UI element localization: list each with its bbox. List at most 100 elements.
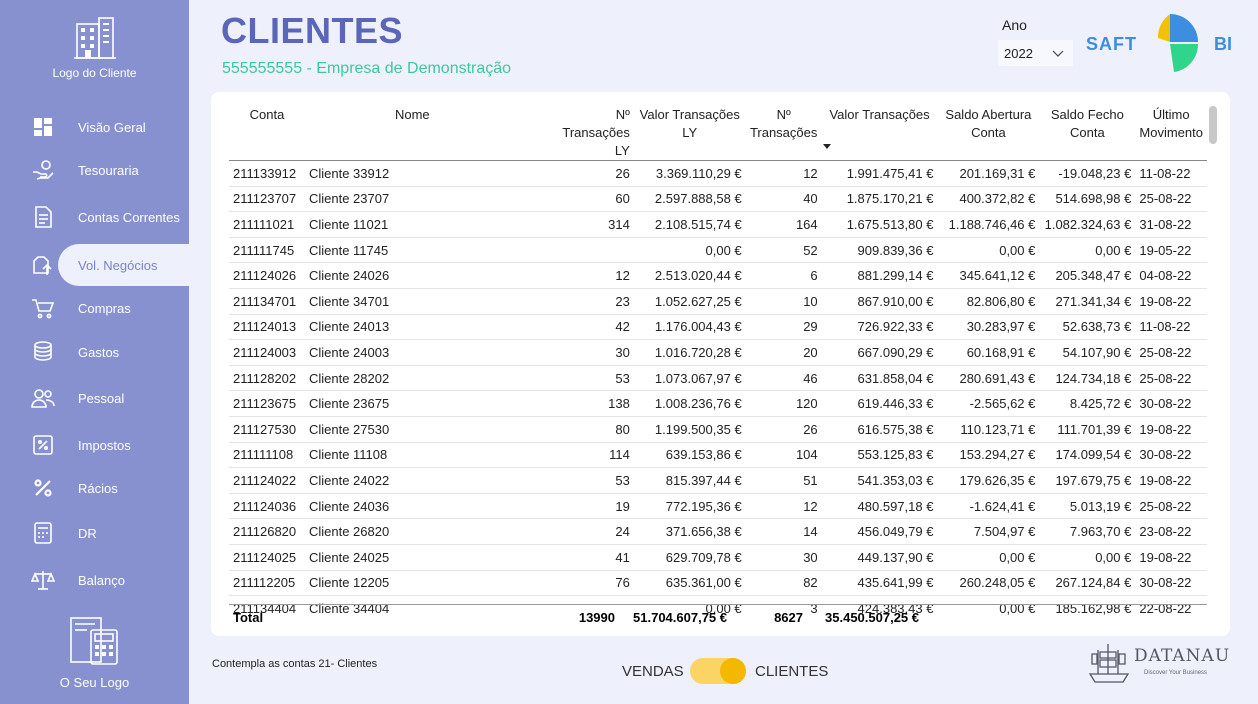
ship-icon [1088,644,1130,683]
table-cell: 1.016.720,28 € [633,339,746,366]
table-row[interactable]: 211127530 Cliente 27530 80 1.199.500,35 €26… [229,416,1207,443]
table-cell: 726.922,33 € [821,314,938,341]
table-cell: 120 [745,390,822,417]
table-cell: 0,00 € [937,237,1040,264]
sidebar-item-impostos[interactable]: Impostos [0,424,189,466]
table-cell: 26 [540,160,634,187]
sidebar-item-vol-negocios[interactable]: Vol. Negócios [0,244,189,286]
table-row[interactable]: 211126820 Cliente 26820 24 371.656,38 €14 45… [229,518,1207,545]
chevron-down-icon [1052,50,1064,57]
table-row[interactable]: 211134701 Cliente 34701 23 1.052.627,25 €10… [229,288,1207,315]
sidebar-item-dr[interactable]: DR [0,512,189,554]
table-cell: 114 [540,442,634,469]
sidebar-item-label: Gastos [78,344,120,360]
sidebar-item-visao-geral[interactable]: Visão Geral [0,106,189,148]
sidebar-item-racios[interactable]: Rácios [0,467,189,509]
column-header-nome[interactable]: Nome [304,106,540,161]
table-row[interactable]: 211112205 Cliente 12205 76 635.361,00 €82 43… [229,570,1207,597]
sidebar-item-gastos[interactable]: Gastos [0,331,189,373]
table-row[interactable]: 211111021 Cliente 11021 314 2.108.515,74 €1… [229,211,1207,238]
table-row[interactable]: 211124036 Cliente 24036 19 772.195,36 €12 48… [229,493,1207,520]
table-cell: 14 [745,518,822,545]
table-row[interactable]: 211124022 Cliente 24022 53 815.397,44 €51 54… [229,467,1207,494]
table-row[interactable]: 211124025 Cliente 24025 41 629.709,78 €30 44… [229,544,1207,571]
table-cell: 2.513.020,44 € [633,262,746,289]
table-cell: 25-08-22 [1135,339,1207,366]
table-cell: 23-08-22 [1135,518,1207,545]
total-label: Total [233,610,264,625]
table-row[interactable]: 211111745 Cliente 11745 0,00 €52 909.839,36… [229,237,1207,264]
table-cell: 7.504,97 € [937,518,1040,545]
column-header-n-transacoes[interactable]: Nº Transações [745,106,822,161]
table-scrollbar[interactable] [1209,106,1217,144]
table-row[interactable]: 211124013 Cliente 24013 42 1.176.004,43 €29… [229,314,1207,341]
table-row[interactable]: 211133912 Cliente 33912 26 3.369.110,29 €12… [229,160,1207,187]
table-cell: 867.910,00 € [821,288,938,315]
client-logo-label: Logo do Cliente [52,66,137,80]
year-dropdown[interactable]: 2022 [998,40,1073,66]
table-cell: 46 [745,365,822,392]
vendas-clientes-toggle[interactable] [690,658,746,684]
column-header-valor-transacoes[interactable]: Valor Transações [821,106,938,161]
sidebar-item-tesouraria[interactable]: Tesouraria [0,149,189,191]
table-cell: 1.675.513,80 € [821,211,938,238]
sort-descending-icon [822,144,831,149]
scale-icon [31,571,55,590]
table-cell: 25-08-22 [1135,186,1207,213]
table-cell: 1.073.067,97 € [633,365,746,392]
sidebar-item-pessoal[interactable]: Pessoal [0,377,189,419]
table-cell: 82 [745,570,822,597]
table-cell: Cliente 24003 [304,339,540,366]
table-cell: 11-08-22 [1135,160,1207,187]
accounts-note: Contempla as contas 21- Clientes [212,658,378,670]
table-cell: -2.565,62 € [937,390,1040,417]
total-n-transacoes: 8627 [774,610,803,625]
column-header-saldo-abertura[interactable]: Saldo Abertura Conta [937,106,1040,161]
table-cell: 111.701,39 € [1039,416,1136,443]
table-cell: 449.137,90 € [821,544,938,571]
table-cell: 881.299,14 € [821,262,938,289]
table-cell: 211128202 [229,365,305,392]
table-cell: 53 [540,467,634,494]
table-cell: 19-05-22 [1135,237,1207,264]
table-cell: 30-08-22 [1135,442,1207,469]
table-cell: 211123707 [229,186,305,213]
sidebar-item-compras[interactable]: Compras [0,287,189,329]
table-cell: 815.397,44 € [633,467,746,494]
table-row[interactable]: 211123675 Cliente 23675 138 1.008.236,76 €1… [229,390,1207,417]
hand-coin-icon [33,160,54,180]
table-cell: Cliente 23675 [304,390,540,417]
tax-percent-icon [33,435,53,455]
table-cell: 456.049,79 € [821,518,938,545]
column-header-conta[interactable]: Conta [229,106,305,161]
table-row[interactable]: 211128202 Cliente 28202 53 1.073.067,97 €46… [229,365,1207,392]
table-cell: Cliente 24025 [304,544,540,571]
table-cell: Cliente 11745 [304,237,540,264]
column-header-ultimo-movimento[interactable]: Último Movimento [1135,106,1207,161]
column-header-valor-transacoes-ly[interactable]: Valor Transações LY [633,106,746,161]
table-cell: 153.294,27 € [937,442,1040,469]
table-cell: 6 [745,262,822,289]
column-header-saldo-fecho[interactable]: Saldo Fecho Conta [1039,106,1136,161]
total-valor-transacoes-ly: 51.704.607,75 € [633,610,727,625]
document-icon [35,206,52,228]
table-row[interactable]: 211111108 Cliente 11108 114 639.153,86 €104… [229,442,1207,469]
column-header-n-transacoes-ly[interactable]: Nº Transações LY [540,106,634,161]
table-cell: 211126820 [229,518,305,545]
table-cell: 20 [745,339,822,366]
sidebar-item-contas-correntes[interactable]: Contas Correntes [0,196,189,238]
percent-icon [34,479,52,497]
sidebar-item-balanco[interactable]: Balanço [0,559,189,601]
table-row[interactable]: 211123707 Cliente 23707 60 2.597.888,58 €40… [229,186,1207,213]
table-cell: 30-08-22 [1135,390,1207,417]
table-cell: 30.283,97 € [937,314,1040,341]
column-header-label: Nº Transações [749,107,818,140]
table-cell: 54.107,90 € [1039,339,1136,366]
table-row[interactable]: 211124003 Cliente 24003 30 1.016.720,28 €20… [229,339,1207,366]
client-logo: Logo do Cliente [0,14,189,80]
table-cell: 909.839,36 € [821,237,938,264]
table-cell: 639.153,86 € [633,442,746,469]
table-cell: -1.624,41 € [937,493,1040,520]
saft-text: SAFT [1086,34,1137,54]
table-row[interactable]: 211124026 Cliente 24026 12 2.513.020,44 €6 8… [229,262,1207,289]
